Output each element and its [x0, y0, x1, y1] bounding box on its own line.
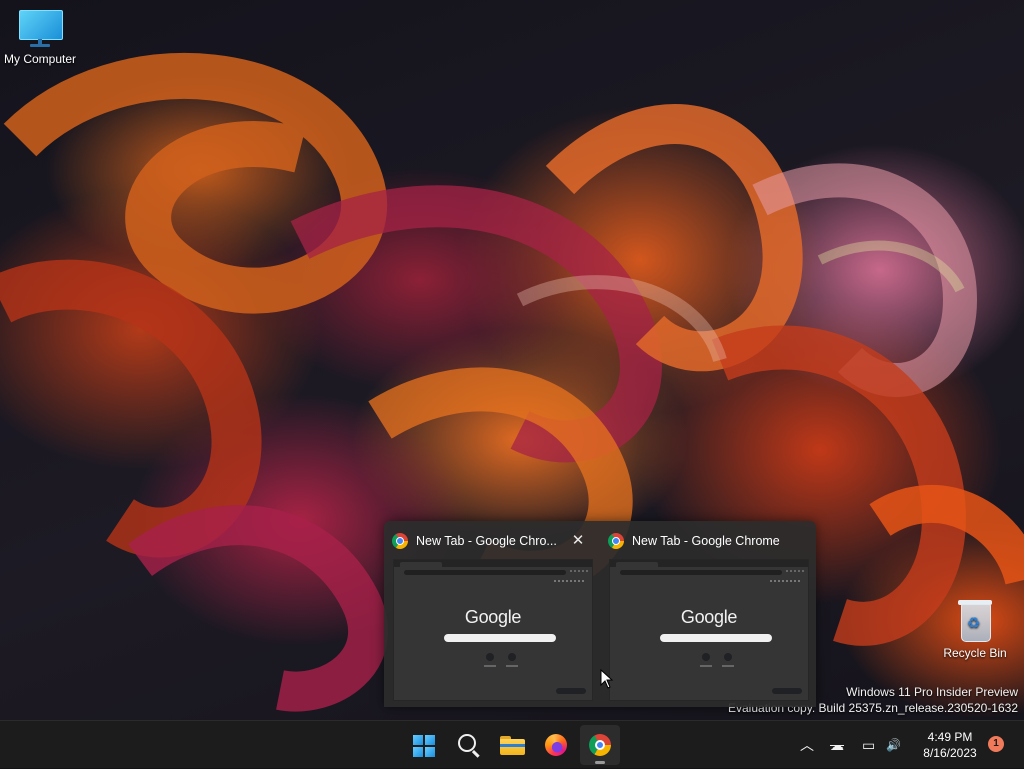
thumbnail-title: New Tab - Google Chro... [416, 534, 557, 548]
window-preview[interactable]: Google [393, 559, 593, 701]
start-button[interactable] [404, 725, 444, 765]
preview-search-box [660, 634, 772, 642]
volume-button[interactable]: 🔊 [886, 721, 906, 769]
desktop-icon-label: My Computer [3, 52, 77, 66]
clock-time: 4:49 PM [927, 730, 973, 744]
thumbnail-title: New Tab - Google Chrome [632, 534, 780, 548]
chrome-icon [589, 734, 611, 756]
mouse-cursor-icon [600, 669, 614, 689]
running-app-indicator [595, 761, 605, 764]
desktop-icon-my-computer[interactable]: My Computer [0, 0, 80, 66]
close-icon[interactable]: ✕ [570, 531, 586, 551]
chrome-icon [608, 533, 624, 549]
taskbar-clock[interactable]: 4:49 PM 8/16/2023 [910, 729, 990, 761]
clock-date: 8/16/2023 [923, 746, 977, 760]
chrome-button[interactable] [580, 725, 620, 765]
show-hidden-icons-button[interactable]: ︿ [800, 721, 818, 769]
chrome-icon [392, 533, 408, 549]
desktop-icon-label: Recycle Bin [943, 646, 1007, 660]
preview-search-box [444, 634, 556, 642]
window-preview[interactable]: Google [609, 559, 809, 701]
monitor-icon [19, 10, 63, 48]
search-button[interactable] [448, 725, 488, 765]
firefox-icon [545, 734, 567, 756]
display-status-button[interactable]: ▭ [862, 721, 884, 769]
display-icon: ▭ [862, 736, 876, 753]
volume-icon: 🔊 [886, 738, 901, 752]
notification-badge[interactable]: 1 [988, 736, 1004, 752]
search-icon [458, 734, 476, 752]
chevron-up-icon: ︿ [800, 737, 814, 753]
desktop-icon-recycle-bin[interactable]: ♻ Recycle Bin [935, 598, 1015, 660]
folder-icon [500, 736, 525, 755]
recycle-bin-icon: ♻ [958, 598, 992, 642]
window-thumbnail[interactable]: New Tab - Google Chro... ✕ Google [384, 521, 600, 707]
preview-google-logo: Google [464, 607, 522, 627]
preview-google-logo: Google [680, 607, 738, 627]
window-thumbnail[interactable]: New Tab - Google Chrome Google [600, 521, 816, 707]
firefox-button[interactable] [536, 725, 576, 765]
network-offline-icon: ☁ [830, 736, 844, 753]
windows-start-icon [413, 735, 435, 757]
file-explorer-button[interactable] [492, 725, 532, 765]
taskbar: ︿ ☁ ▭ 🔊 4:49 PM 8/16/2023 1 [0, 720, 1024, 768]
network-status-button[interactable]: ☁ [830, 721, 852, 769]
